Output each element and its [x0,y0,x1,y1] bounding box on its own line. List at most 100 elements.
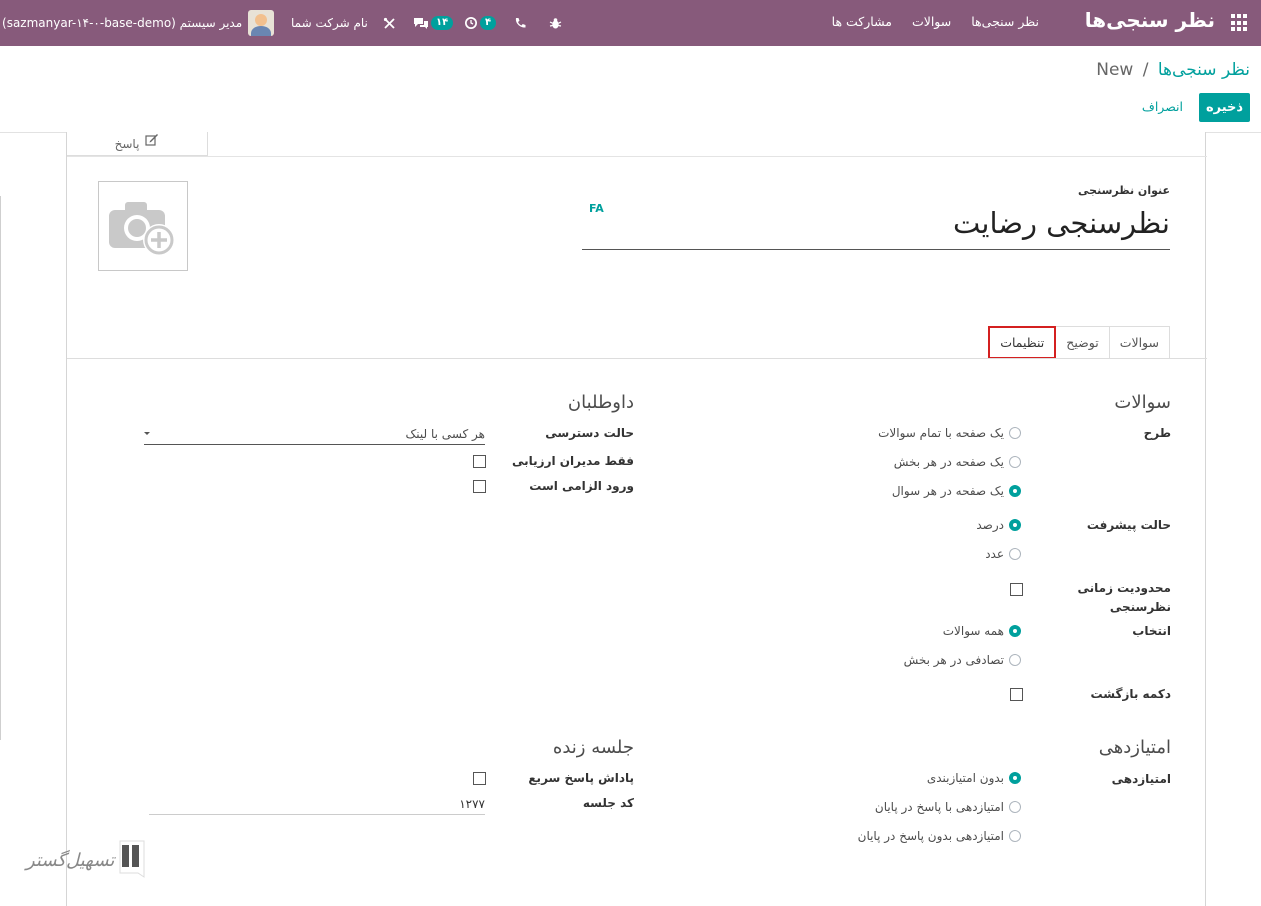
radio-button[interactable] [1009,427,1021,439]
radio-label: تصادفی در هر بخش [903,653,1004,667]
company-switch-icon[interactable] [383,0,396,46]
radio-button[interactable] [1009,456,1021,468]
form-sheet: پاسخ عنوان نظرسنجی نظرسنجی رضایت FA سوال… [66,132,1207,906]
menu-item-questions[interactable]: سوالات [912,14,951,29]
radio-label: یک صفحه با تمام سوالات [878,426,1004,440]
breadcrumb-current: New [1096,60,1134,80]
radio-label: یک صفحه در هر سوال [891,484,1004,498]
session-code-input[interactable]: ۱۲۷۷ [149,796,485,815]
button-box-divider [67,156,1207,157]
comments-icon [414,18,428,29]
camera-add-icon [109,202,175,256]
survey-image-upload[interactable] [98,181,188,271]
progress-mode-label: حالت پیشرفت [1086,518,1171,532]
scoring-label: امتیازدهی [1111,772,1171,786]
time-limit-checkbox[interactable] [1010,583,1023,596]
left-edge-divider [0,196,1,740]
radio-button[interactable] [1009,519,1021,531]
app-brand[interactable]: نظر سنجی‌ها [1085,8,1215,32]
only-managers-checkbox[interactable] [473,455,486,468]
radio-label: یک صفحه در هر بخش [893,455,1004,469]
back-button-label: دکمه بازگشت [1090,687,1171,701]
progress-option-percent[interactable]: درصد [976,518,1021,532]
breadcrumb: نظر سنجی‌ها / New [1096,60,1250,80]
candidates-group-title: داوطلبان [567,392,634,413]
radio-button[interactable] [1009,485,1021,497]
avatar [248,10,275,36]
progress-option-number[interactable]: عدد [985,547,1021,561]
layout-option-per-section[interactable]: یک صفحه در هر بخش [894,455,1021,469]
tab-description[interactable]: توضیح [1056,326,1110,359]
chevron-down-icon [144,432,150,435]
layout-option-all-questions[interactable]: یک صفحه با تمام سوالات [878,426,1021,440]
radio-label: عدد [985,547,1004,561]
time-limit-label-2: نظرسنجی [1109,600,1171,614]
selection-option-random[interactable]: تصادفی در هر بخش [904,653,1021,667]
radio-label: امتیازدهی بدون پاسخ در پایان [857,829,1004,843]
radio-button[interactable] [1009,625,1021,637]
access-mode-select[interactable]: هر کسی با لینک [144,426,485,445]
answers-stat-button[interactable]: پاسخ [67,132,208,156]
menu-item-participations[interactable]: مشارکت ها [832,14,892,29]
top-navbar: نظر سنجی‌ها نظر سنجی‌ها سوالات مشارکت ها… [0,0,1261,46]
watermark-logo: تسهیل‌گستر [26,839,146,881]
logo-icon [119,840,145,878]
back-button-checkbox[interactable] [1010,688,1023,701]
scoring-option-without-answers[interactable]: امتیازدهی بدون پاسخ در پایان [858,829,1021,843]
answers-label: پاسخ [114,136,140,151]
watermark-text: تسهیل‌گستر [26,849,115,871]
main-menu: نظر سنجی‌ها سوالات مشارکت ها [832,14,1039,29]
edit-icon [145,134,159,146]
speed-reward-checkbox[interactable] [473,772,486,785]
selection-label: انتخاب [1132,624,1171,638]
breadcrumb-parent[interactable]: نظر سنجی‌ها [1158,60,1250,80]
menu-item-surveys[interactable]: نظر سنجی‌ها [971,14,1039,29]
tabs-divider [67,358,1207,359]
access-mode-value: هر کسی با لینک [405,427,485,441]
survey-title-input[interactable]: نظرسنجی رضایت [582,202,1170,250]
questions-group-title: سوالات [1114,392,1171,413]
radio-button[interactable] [1009,772,1021,784]
radio-label: درصد [976,518,1004,532]
radio-label: بدون امتیازبندی [926,771,1004,785]
scoring-group-title: امتیازدهی [1098,737,1171,758]
debug-icon[interactable] [549,0,562,46]
login-required-checkbox[interactable] [473,480,486,493]
scoring-option-with-answers[interactable]: امتیازدهی با پاسخ در پایان [875,800,1021,814]
radio-button[interactable] [1009,830,1021,842]
live-session-group-title: جلسه زنده [552,737,634,758]
translate-language-button[interactable]: FA [589,202,604,215]
form-tabs: سوالات توضیح تنظیمات [988,326,1170,359]
access-mode-label: حالت دسترسی [545,426,634,440]
radio-button[interactable] [1009,654,1021,666]
phone-icon[interactable] [514,0,526,46]
scoring-option-none[interactable]: بدون امتیازبندی [927,771,1021,785]
selection-option-all[interactable]: همه سوالات [943,624,1021,638]
layout-label: طرح [1143,426,1171,440]
tab-questions[interactable]: سوالات [1109,326,1170,359]
session-code-label: کد جلسه [582,796,634,810]
save-button[interactable]: ذخیره [1199,93,1250,122]
apps-menu-icon[interactable] [1229,14,1247,32]
user-menu[interactable]: مدیر سیستم (sazmanyar-۱۴-۰-base-demo) [2,0,275,46]
breadcrumb-separator: / [1142,60,1149,80]
activities-menu[interactable]: ۴ [464,0,497,46]
radio-label: امتیازدهی با پاسخ در پایان [874,800,1004,814]
messages-menu[interactable]: ۱۴ [413,0,454,46]
radio-button[interactable] [1009,801,1021,813]
only-managers-label: فقط مدیران ارزیابی [512,454,634,468]
tab-settings[interactable]: تنظیمات [988,326,1057,359]
survey-title-label: عنوان نظرسنجی [1078,184,1170,197]
time-limit-label: محدودیت زمانی [1077,581,1171,595]
radio-button[interactable] [1009,548,1021,560]
user-name: مدیر سیستم (sazmanyar-۱۴-۰-base-demo) [2,16,243,30]
speed-reward-label: پاداش پاسخ سریع [528,771,634,785]
discard-button[interactable]: انصراف [1142,99,1183,114]
login-required-label: ورود الزامی است [529,479,634,493]
radio-label: همه سوالات [942,624,1004,638]
activities-badge: ۴ [480,16,497,30]
messages-badge: ۱۴ [431,16,454,30]
clock-icon [465,17,477,29]
company-name[interactable]: نام شرکت شما [291,0,368,46]
layout-option-per-question[interactable]: یک صفحه در هر سوال [892,484,1021,498]
